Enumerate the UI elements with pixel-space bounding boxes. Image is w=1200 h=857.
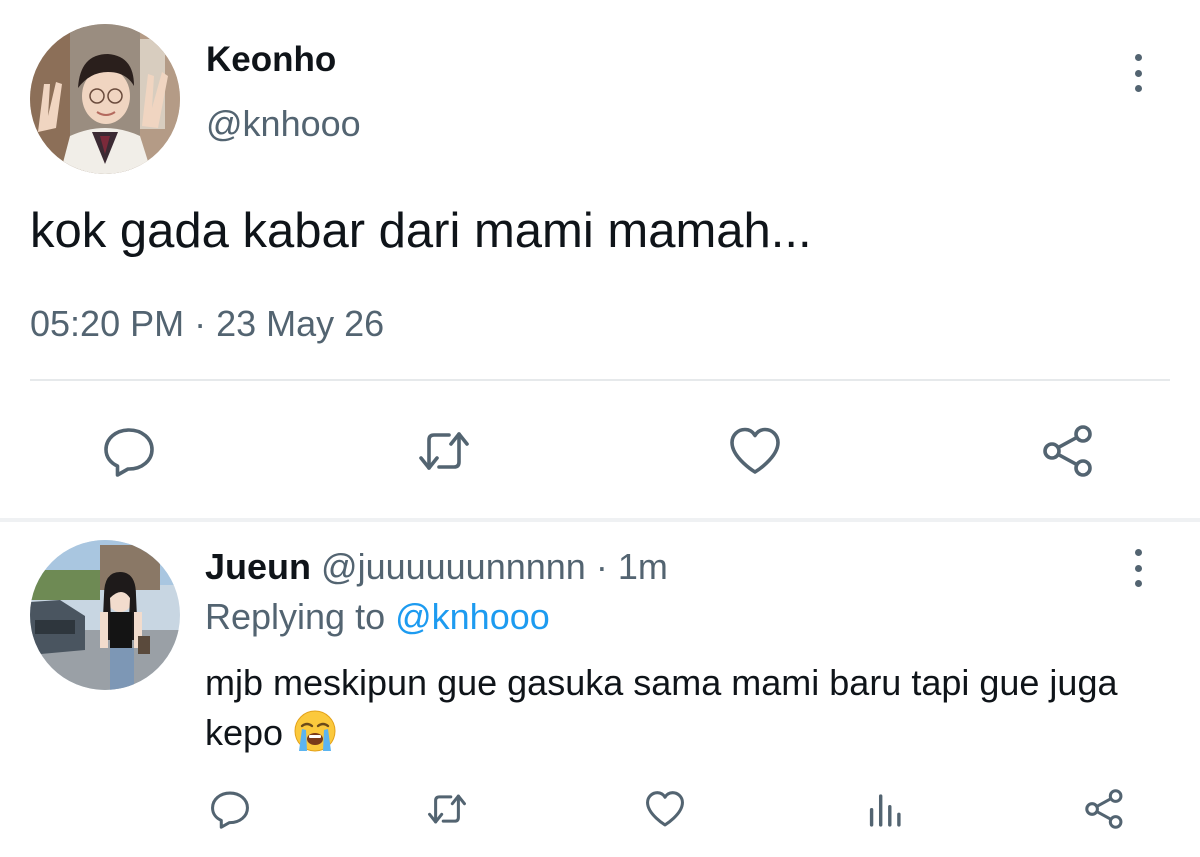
display-name[interactable]: Keonho — [206, 40, 336, 80]
reply-icon[interactable] — [100, 422, 158, 480]
reply-icon[interactable] — [208, 787, 252, 831]
more-options-icon[interactable] — [1126, 54, 1150, 92]
header-separator: · — [585, 546, 618, 587]
user-handle[interactable]: @knhooo — [206, 103, 361, 145]
tweet-thread: Keonho @knhooo kok gada kabar dari mami … — [0, 0, 1200, 857]
reply-body: mjb meskipun gue gasuka sama mami baru t… — [205, 658, 1180, 758]
tweet-date: 23 May 26 — [216, 303, 385, 344]
avatar-photo — [30, 540, 180, 690]
avatar[interactable] — [30, 24, 180, 174]
share-icon[interactable] — [1040, 422, 1098, 480]
analytics-icon[interactable] — [864, 787, 908, 831]
replying-to-link[interactable]: @knhooo — [395, 596, 550, 637]
retweet-icon[interactable] — [425, 787, 469, 831]
retweet-icon[interactable] — [415, 422, 473, 480]
avatar-photo — [30, 24, 180, 174]
reply-handle[interactable]: @juuuuuunnnnn — [321, 546, 586, 587]
tweet-time: 05:20 PM — [30, 303, 185, 344]
tweet-timestamp[interactable]: 05:20 PM · 23 May 26 — [30, 303, 384, 345]
divider — [30, 379, 1170, 381]
replying-to: Replying to @knhooo — [205, 596, 550, 638]
like-icon[interactable] — [726, 422, 784, 480]
reply-text: mjb meskipun gue gasuka sama mami baru t… — [205, 662, 1118, 753]
share-icon[interactable] — [1083, 787, 1127, 831]
reply-time[interactable]: 1m — [618, 546, 668, 587]
main-tweet: Keonho @knhooo kok gada kabar dari mami … — [0, 0, 1200, 518]
reply-avatar[interactable] — [30, 540, 180, 690]
reply-tweet: Jueun @juuuuuunnnnn · 1m Replying to @kn… — [0, 522, 1200, 857]
meta-separator: · — [184, 303, 217, 344]
reply-header: Jueun @juuuuuunnnnn · 1m — [205, 546, 668, 588]
more-options-icon[interactable] — [1126, 549, 1150, 587]
tweet-text: kok gada kabar dari mami mamah... — [30, 204, 812, 258]
replying-to-label: Replying to — [205, 596, 396, 637]
reply-display-name[interactable]: Jueun — [205, 546, 311, 587]
loudly-crying-face-icon — [293, 709, 337, 753]
like-icon[interactable] — [643, 787, 687, 831]
